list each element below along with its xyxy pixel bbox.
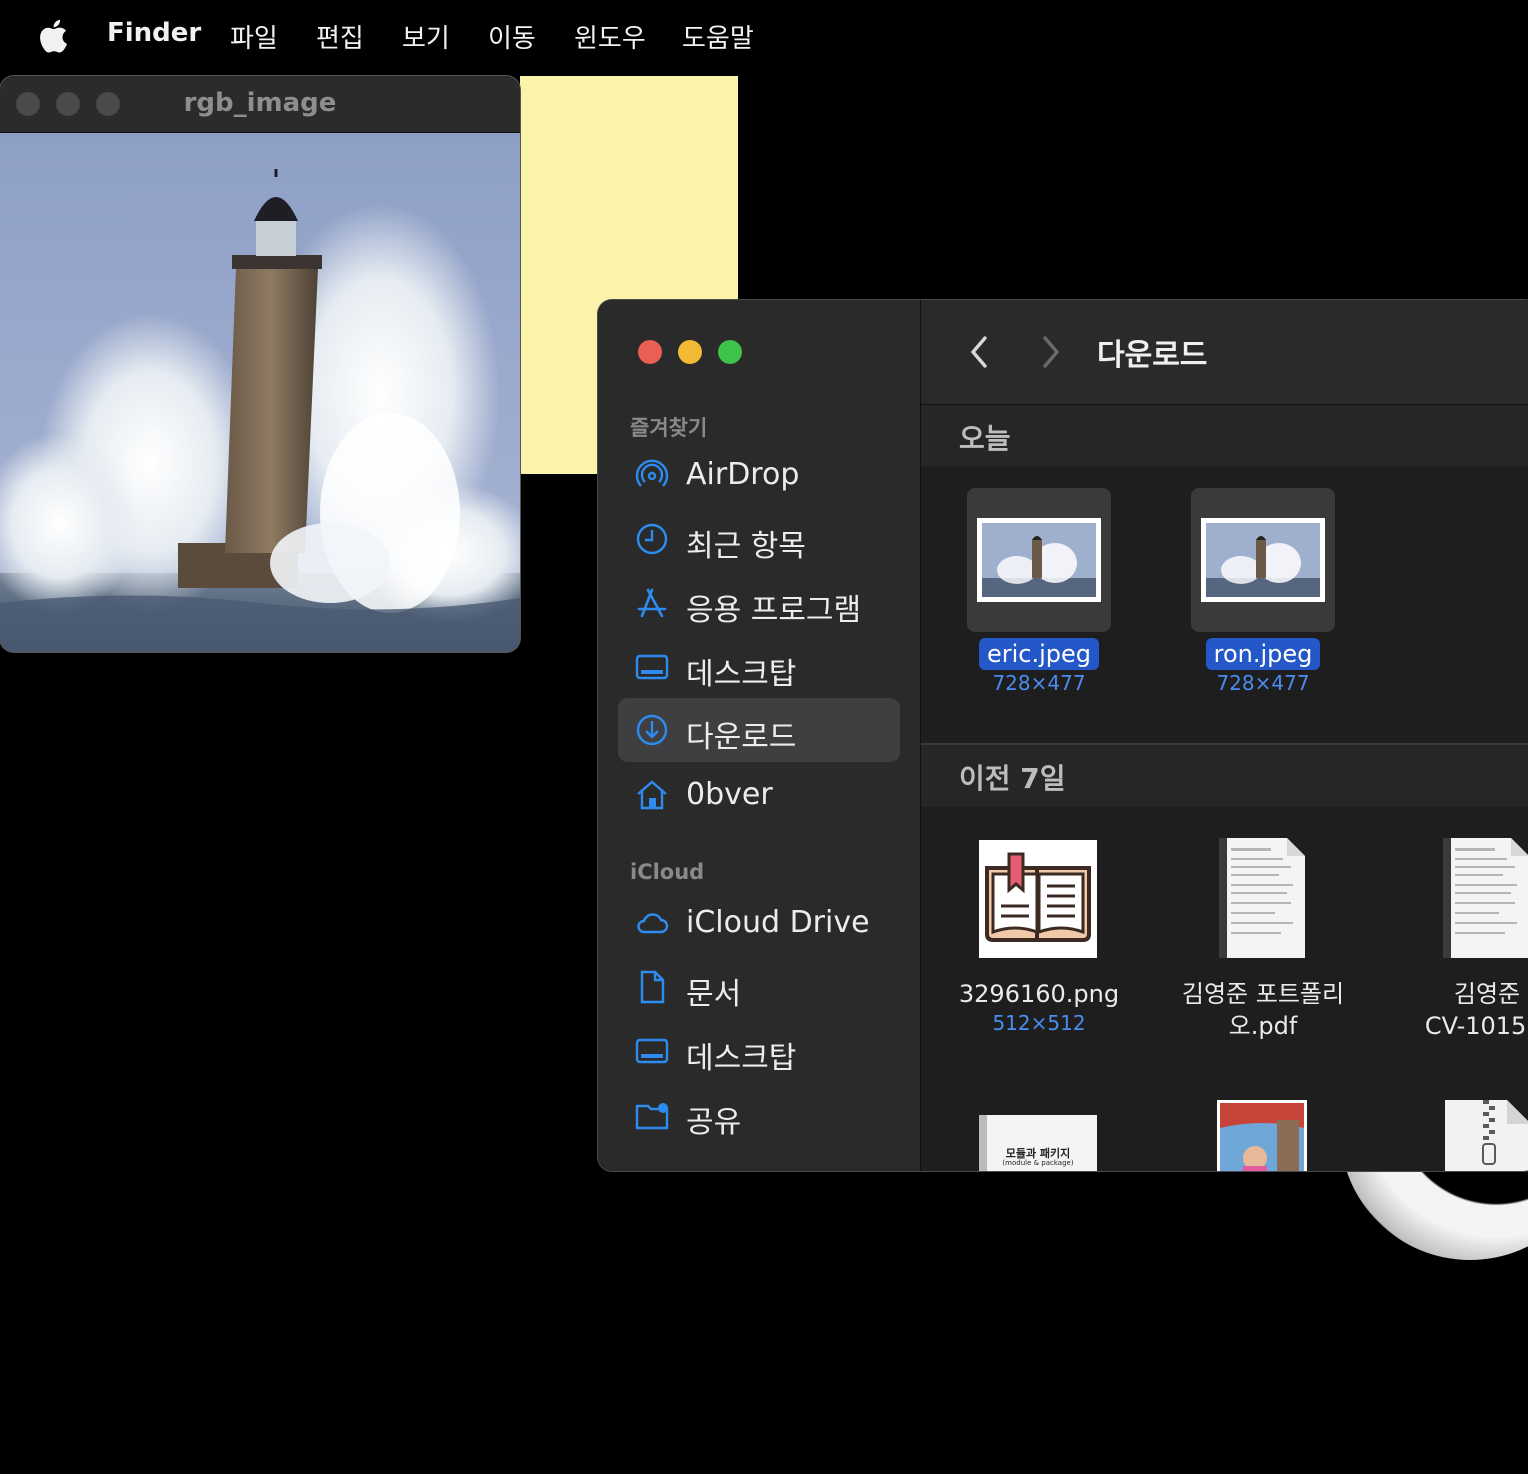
sidebar-item-label: 공유 <box>686 1105 742 1140</box>
file-name-line2: 오.pdf <box>1228 1012 1298 1040</box>
document-icon <box>640 970 665 1004</box>
apple-logo-icon[interactable] <box>38 18 68 54</box>
sidebar-item-recents[interactable]: 최근 항목 <box>618 507 900 571</box>
close-button[interactable] <box>638 340 662 364</box>
menu-file[interactable]: 파일 <box>230 18 278 55</box>
lighthouse-image <box>0 133 520 652</box>
section-label: 이전 7일 <box>959 762 1066 795</box>
desktop-icon <box>635 654 669 680</box>
section-header-today: 오늘 <box>921 405 1528 467</box>
file-name: ron.jpeg <box>1205 638 1321 670</box>
file-item-zip[interactable] <box>1387 1100 1528 1171</box>
sidebar-item-documents[interactable]: 문서 <box>618 955 900 1019</box>
section-label: 오늘 <box>959 422 1011 455</box>
sidebar-item-desktop[interactable]: 데스크탑 <box>618 635 900 699</box>
sidebar-item-label: 최근 항목 <box>686 529 806 564</box>
menu-go[interactable]: 이동 <box>488 18 536 55</box>
clock-icon <box>636 523 668 555</box>
sidebar-item-label: iCloud Drive <box>686 905 870 940</box>
sidebar-item-shared[interactable]: 공유 <box>618 1083 900 1147</box>
forward-button[interactable] <box>1033 332 1069 372</box>
book-icon-thumbnail <box>979 840 1097 958</box>
menu-window[interactable]: 윈도우 <box>574 18 646 55</box>
sidebar-item-home[interactable]: 0bver <box>618 763 900 827</box>
shared-folder-icon <box>635 1103 669 1130</box>
airdrop-icon <box>635 459 669 487</box>
menu-view[interactable]: 보기 <box>402 18 450 55</box>
pdf-thumbnail <box>1443 838 1528 958</box>
file-dimensions: 728×477 <box>992 671 1086 695</box>
file-item-module-package[interactable]: 모듈과 패키지 (module & package) <box>939 1113 1139 1171</box>
image-window-title: rgb_image <box>183 88 337 118</box>
image-window-titlebar[interactable]: rgb_image <box>0 76 520 133</box>
file-name: 3296160.png <box>958 980 1120 1008</box>
photo-thumbnail <box>1217 1100 1307 1171</box>
sidebar-item-applications[interactable]: 응용 프로그램 <box>618 571 900 635</box>
eric-thumbnail <box>977 518 1101 602</box>
file-item-cv-pdf[interactable]: 김영준 CV-1015.p <box>1387 838 1528 1058</box>
file-item-portfolio-pdf[interactable]: 김영준 포트폴리 오.pdf <box>1163 838 1363 1058</box>
cloud-icon <box>637 913 669 934</box>
finder-toolbar: 다운로드 <box>921 300 1528 405</box>
file-item-ron[interactable]: ron.jpeg 728×477 <box>1163 488 1363 708</box>
zoom-button[interactable] <box>718 340 742 364</box>
file-item-photo[interactable] <box>1163 1100 1363 1171</box>
sidebar-item-label: 데스크탑 <box>686 1041 797 1076</box>
sidebar-item-label: 데스크탑 <box>686 657 797 692</box>
file-item-3296160-png[interactable]: 3296160.png 512×512 <box>939 838 1139 1058</box>
sidebar-favorites-header: 즐겨찾기 <box>630 416 708 440</box>
thumbnail-subtext: (module & package) <box>1002 1159 1074 1167</box>
sidebar-item-icloud-drive[interactable]: iCloud Drive <box>618 891 900 955</box>
home-icon <box>637 780 667 810</box>
minimize-button[interactable] <box>678 340 702 364</box>
back-button[interactable] <box>961 332 997 372</box>
menu-edit[interactable]: 편집 <box>316 18 364 55</box>
menu-bar: Finder 파일 편집 보기 이동 윈도우 도움말 <box>0 0 1528 72</box>
sidebar-item-label: 0bver <box>686 777 773 812</box>
menu-app-name[interactable]: Finder <box>107 18 201 48</box>
zip-archive-icon <box>1445 1100 1528 1171</box>
window-title: 다운로드 <box>1097 338 1208 373</box>
file-browser-content: 오늘 eric.jpeg 728×477 ron.jpeg 728×477 이전… <box>921 405 1528 1171</box>
sidebar-item-label: 응용 프로그램 <box>686 593 862 628</box>
sidebar-item-label: AirDrop <box>686 457 800 492</box>
slides-thumbnail: 모듈과 패키지 (module & package) <box>979 1115 1097 1171</box>
menu-help[interactable]: 도움말 <box>682 18 754 55</box>
file-dimensions: 512×512 <box>992 1011 1086 1035</box>
desktop-icon <box>635 1038 669 1064</box>
sidebar-item-label: 다운로드 <box>686 720 797 755</box>
download-icon <box>636 714 668 746</box>
applications-icon <box>637 588 667 618</box>
file-item-eric[interactable]: eric.jpeg 728×477 <box>939 488 1139 708</box>
file-name: eric.jpeg <box>978 638 1100 670</box>
sidebar-icloud-header: iCloud <box>630 860 705 884</box>
pdf-thumbnail <box>1219 838 1305 958</box>
finder-window[interactable]: 즐겨찾기 AirDrop 최근 항목 응용 프로그램 데스크탑 다운로드 0bv… <box>598 300 1528 1171</box>
section-header-previous-7-days: 이전 7일 <box>921 745 1528 807</box>
file-name-line1: 김영준 <box>1453 980 1521 1008</box>
file-name-line2: CV-1015.p <box>1424 1012 1528 1040</box>
ron-thumbnail <box>1201 518 1325 602</box>
finder-sidebar: 즐겨찾기 AirDrop 최근 항목 응용 프로그램 데스크탑 다운로드 0bv… <box>598 300 921 1171</box>
sidebar-item-downloads[interactable]: 다운로드 <box>618 698 900 762</box>
file-dimensions: 728×477 <box>1216 671 1310 695</box>
sidebar-item-label: 문서 <box>686 977 742 1012</box>
sidebar-item-icloud-desktop[interactable]: 데스크탑 <box>618 1019 900 1083</box>
file-name-line1: 김영준 포트폴리 <box>1181 980 1345 1008</box>
image-viewer-window[interactable]: rgb_image <box>0 76 520 652</box>
sidebar-item-airdrop[interactable]: AirDrop <box>618 443 900 507</box>
